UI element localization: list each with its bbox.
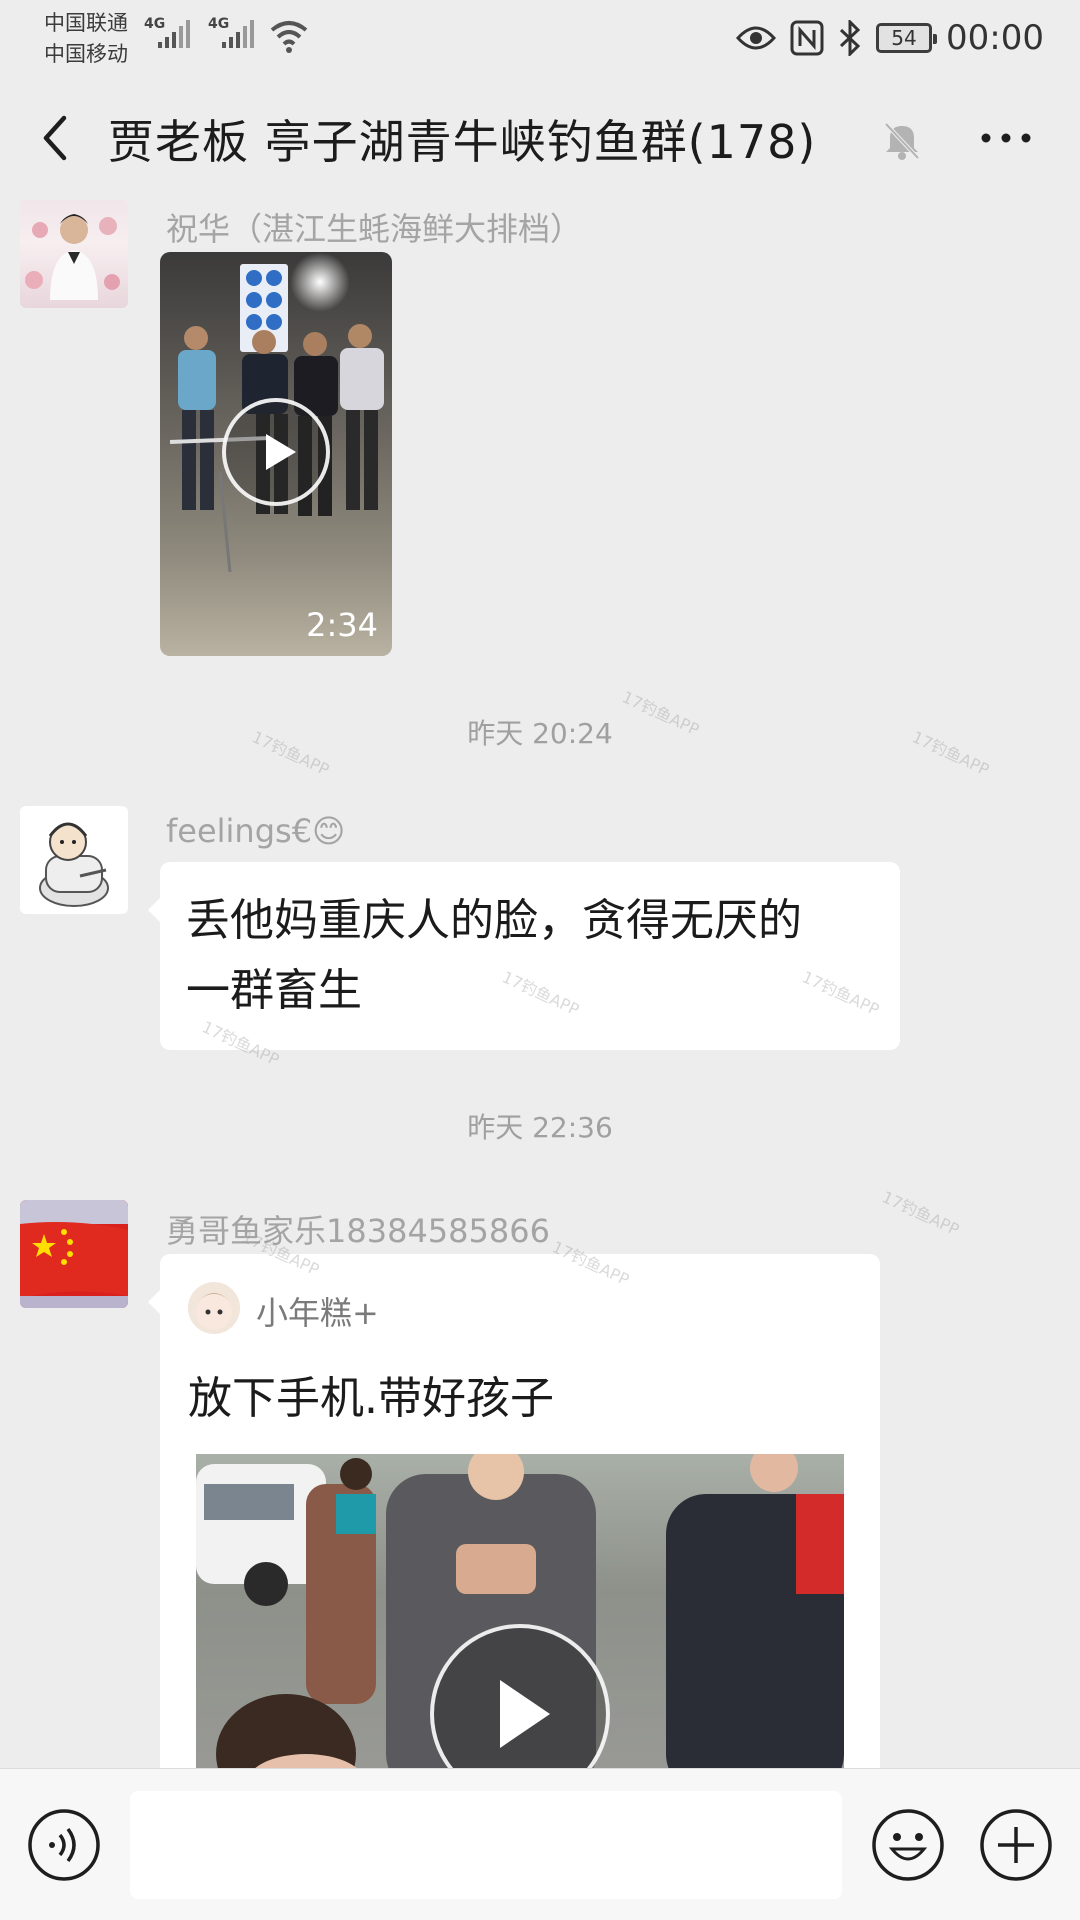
bluetooth-icon <box>839 20 861 56</box>
mute-bell-icon <box>884 122 920 160</box>
status-right-cluster: 54 00:00 <box>736 14 1044 62</box>
avatar[interactable] <box>20 806 128 914</box>
message-input[interactable] <box>130 1791 842 1899</box>
avatar[interactable] <box>20 1200 128 1308</box>
plus-icon[interactable] <box>978 1807 1054 1883</box>
carrier-2: 中国移动 <box>44 42 128 66</box>
watermark: 17钓鱼APP <box>879 1187 963 1240</box>
status-time: 00:00 <box>946 18 1044 58</box>
video-message[interactable]: 2:34 <box>160 252 392 656</box>
sender-name: 勇哥鱼家乐18384585866 <box>166 1212 550 1250</box>
message-list[interactable]: 祝华（湛江生蚝海鲜大排档） 2:34 昨天 20:24 feelings€😊 丢… <box>0 200 1080 1768</box>
play-icon[interactable] <box>430 1624 610 1768</box>
wifi-icon <box>270 21 308 53</box>
chat-header: 贾老板 亭子湖青牛峡钓鱼群(178) <box>0 78 1080 200</box>
text-message-bubble[interactable]: 丢他妈重庆人的脸，贪得无厌的 一群畜生 <box>148 862 900 1050</box>
shared-video-thumbnail[interactable] <box>196 1454 844 1768</box>
battery-icon: 54 <box>876 23 938 53</box>
sender-name: 祝华（湛江生蚝海鲜大排档） <box>166 210 583 248</box>
back-icon[interactable] <box>32 108 76 168</box>
message-text-line-1: 丢他妈重庆人的脸，贪得无厌的 <box>186 895 802 946</box>
input-bar <box>0 1768 1080 1920</box>
shared-video-card[interactable]: 小年糕+ 放下手机.带好孩子 <box>148 1254 880 1768</box>
chat-title: 贾老板 亭子湖青牛峡钓鱼群(178) <box>108 115 817 169</box>
sender-name: feelings€😊 <box>166 812 346 850</box>
video-caption: 放下手机.带好孩子 <box>188 1373 554 1424</box>
signal-icon-2: 4G <box>208 16 258 52</box>
nfc-icon <box>790 20 824 56</box>
eye-icon <box>736 26 777 50</box>
signal-icon: 4G <box>144 16 194 52</box>
more-icon[interactable] <box>976 118 1036 158</box>
emoji-icon[interactable] <box>870 1807 946 1883</box>
video-duration: 2:34 <box>306 606 378 644</box>
battery-level: 54 <box>891 26 917 50</box>
voice-icon[interactable] <box>26 1807 102 1883</box>
avatar[interactable] <box>20 200 128 308</box>
play-icon[interactable] <box>222 398 330 506</box>
status-bar: 中国联通 中国移动 4G 4G 54 00:00 <box>0 0 1080 78</box>
author-avatar <box>188 1282 240 1334</box>
carrier-1: 中国联通 <box>44 11 128 35</box>
video-author: 小年糕+ <box>256 1294 379 1332</box>
time-divider: 昨天 22:36 <box>467 1111 613 1144</box>
carrier-labels: 中国联通 中国移动 <box>44 8 128 70</box>
